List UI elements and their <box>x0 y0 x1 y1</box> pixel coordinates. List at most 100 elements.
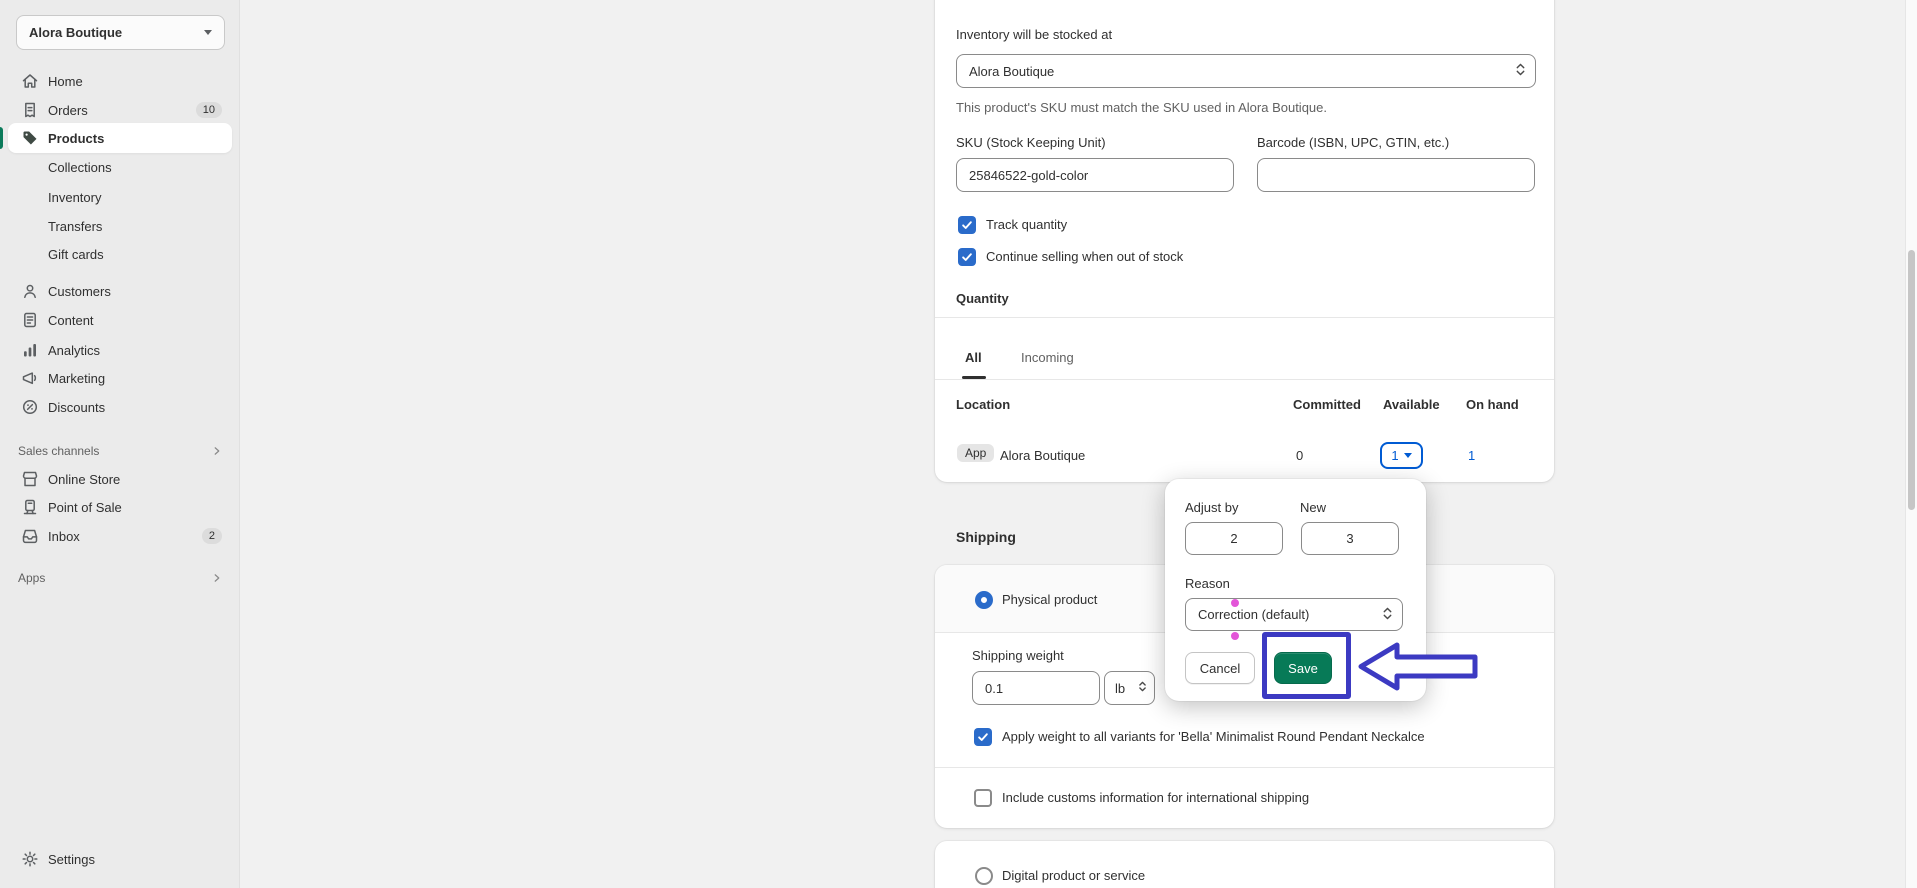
continue-selling-label: Continue selling when out of stock <box>986 249 1184 264</box>
barcode-label: Barcode (ISBN, UPC, GTIN, etc.) <box>1257 135 1450 150</box>
track-quantity-label: Track quantity <box>986 217 1068 232</box>
home-icon <box>20 71 40 91</box>
sidebar-item-label: Point of Sale <box>48 499 122 515</box>
scrollbar-thumb[interactable] <box>1908 250 1915 510</box>
sidebar: Alora Boutique Home Orders 10 Products C… <box>0 0 240 888</box>
new-quantity-input[interactable] <box>1301 522 1399 555</box>
stocked-at-select[interactable]: Alora Boutique <box>956 54 1536 88</box>
inbox-icon <box>20 526 40 546</box>
sales-channels-label: Sales channels <box>18 444 100 458</box>
apps-header[interactable]: Apps <box>8 565 232 591</box>
sidebar-item-online-store[interactable]: Online Store <box>8 464 232 494</box>
app-window: Alora Boutique Home Orders 10 Products C… <box>0 0 1917 888</box>
column-header-committed: Committed <box>1293 397 1361 412</box>
sidebar-item-discounts[interactable]: Discounts <box>8 392 232 422</box>
sidebar-item-analytics[interactable]: Analytics <box>8 335 232 365</box>
shipping-heading: Shipping <box>956 529 1016 545</box>
sidebar-item-inventory[interactable]: Inventory <box>8 182 232 212</box>
chevron-down-icon <box>1403 453 1412 458</box>
on-hand-link[interactable]: 1 <box>1468 448 1475 463</box>
chevron-right-icon <box>210 444 224 458</box>
available-value: 1 <box>1391 448 1399 463</box>
digital-product-radio[interactable] <box>975 867 993 885</box>
save-highlight-rectangle <box>1262 632 1351 699</box>
sidebar-item-marketing[interactable]: Marketing <box>8 363 232 393</box>
sidebar-item-label: Orders <box>48 102 88 118</box>
sidebar-item-collections[interactable]: Collections <box>8 152 232 182</box>
shipping-weight-label: Shipping weight <box>972 648 1064 663</box>
sidebar-item-label: Discounts <box>48 399 106 415</box>
checkmark-icon <box>962 253 972 261</box>
weight-unit-select[interactable]: lb <box>1104 671 1155 705</box>
content-file-icon <box>20 310 40 330</box>
stocked-at-label: Inventory will be stocked at <box>956 27 1113 42</box>
sales-channels-header[interactable]: Sales channels <box>8 438 232 464</box>
column-header-on-hand: On hand <box>1466 397 1519 412</box>
analytics-bars-icon <box>20 340 40 360</box>
store-selector-label: Alora Boutique <box>29 25 123 40</box>
divider <box>935 767 1554 768</box>
reason-label: Reason <box>1185 576 1230 591</box>
sidebar-item-label: Collections <box>48 159 112 175</box>
location-name: Alora Boutique <box>1000 448 1086 463</box>
sidebar-item-label: Marketing <box>48 370 106 386</box>
customers-icon <box>20 281 40 301</box>
pos-terminal-icon <box>20 497 40 517</box>
checkmark-icon <box>978 733 988 741</box>
sidebar-item-label: Settings <box>48 851 95 867</box>
continue-selling-checkbox[interactable] <box>958 248 976 266</box>
selected-nav-indicator <box>0 127 3 149</box>
sidebar-item-settings[interactable]: Settings <box>8 844 232 874</box>
cancel-button[interactable]: Cancel <box>1185 652 1255 684</box>
sku-label: SKU (Stock Keeping Unit) <box>956 135 1106 150</box>
reason-select[interactable]: Correction (default) <box>1185 598 1403 631</box>
marketing-megaphone-icon <box>20 368 40 388</box>
new-label: New <box>1300 500 1327 515</box>
sidebar-item-label: Customers <box>48 283 111 299</box>
chevron-right-icon <box>210 571 224 585</box>
customs-info-checkbox[interactable] <box>974 789 992 807</box>
sidebar-item-orders[interactable]: Orders 10 <box>8 95 232 125</box>
sidebar-item-label: Gift cards <box>48 246 104 262</box>
pointer-arrow-annotation <box>1357 641 1479 695</box>
select-updown-icon <box>1515 62 1526 80</box>
barcode-input[interactable] <box>1257 158 1535 192</box>
tab-incoming[interactable]: Incoming <box>1021 350 1074 365</box>
sidebar-item-gift-cards[interactable]: Gift cards <box>8 239 232 269</box>
sidebar-item-home[interactable]: Home <box>8 66 232 96</box>
sidebar-item-inbox[interactable]: Inbox 2 <box>8 521 232 551</box>
sidebar-item-transfers[interactable]: Transfers <box>8 211 232 241</box>
products-tag-icon <box>20 128 40 148</box>
sidebar-item-label: Transfers <box>48 218 103 234</box>
track-quantity-checkbox[interactable] <box>958 216 976 234</box>
sidebar-item-point-of-sale[interactable]: Point of Sale <box>8 492 232 522</box>
quantity-heading: Quantity <box>956 291 1009 306</box>
sidebar-item-label: Content <box>48 312 94 328</box>
sidebar-item-label: Products <box>48 130 105 146</box>
select-updown-icon <box>1382 606 1393 624</box>
select-updown-icon <box>1138 680 1147 696</box>
orders-icon <box>20 100 40 120</box>
customs-info-label: Include customs information for internat… <box>1002 790 1310 805</box>
checkmark-icon <box>962 221 972 229</box>
sidebar-item-content[interactable]: Content <box>8 305 232 335</box>
apply-weight-checkbox[interactable] <box>974 728 992 746</box>
gear-icon <box>20 849 40 869</box>
stocked-at-select-value: Alora Boutique <box>969 63 1055 79</box>
sidebar-item-products[interactable]: Products <box>8 123 232 153</box>
tab-all[interactable]: All <box>965 350 982 365</box>
shipping-weight-input[interactable] <box>972 671 1100 705</box>
apply-weight-label: Apply weight to all variants for 'Bella'… <box>1002 729 1425 744</box>
inbox-count-badge: 2 <box>201 528 222 544</box>
physical-product-radio[interactable] <box>975 591 993 609</box>
click-marker-dot <box>1231 632 1239 640</box>
adjust-by-input[interactable] <box>1185 522 1283 555</box>
divider <box>935 379 1554 380</box>
weight-unit-value: lb <box>1115 680 1126 696</box>
sidebar-item-label: Home <box>48 73 83 89</box>
sku-input[interactable] <box>956 158 1234 192</box>
sidebar-item-customers[interactable]: Customers <box>8 276 232 306</box>
available-quantity-dropdown[interactable]: 1 <box>1380 442 1423 469</box>
store-selector[interactable]: Alora Boutique <box>16 15 225 50</box>
chevron-down-icon <box>204 30 212 35</box>
